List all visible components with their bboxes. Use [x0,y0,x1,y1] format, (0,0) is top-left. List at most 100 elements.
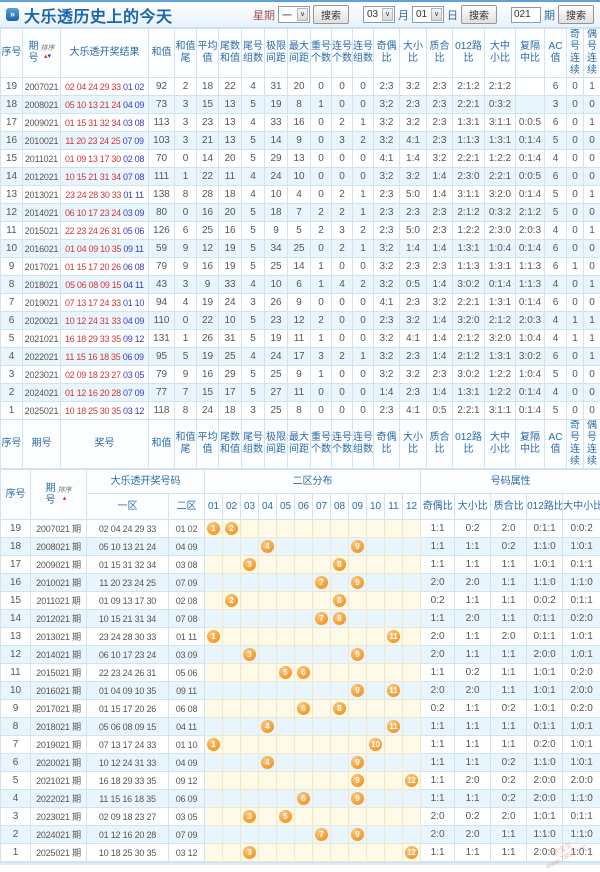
t2-zone2dist-header: 二区分布 [203,469,422,494]
table-group-header-row: 序号期 号排序 ▴ 大乐透开奖号码 二区分布 号码属性 [0,469,600,520]
stat-cell: 3:2 [399,77,427,96]
stat-cell: 1 [583,329,600,348]
stat-cell: 14 [264,131,288,150]
stat-cell: 6 [544,347,567,366]
week-select-value: 一 [282,11,292,22]
stat-cell: 0 [310,113,332,132]
stat-cell: 12 [287,311,311,330]
stat-cell: 113 [148,113,175,132]
stat-cell: 3:2 [373,365,400,384]
t1-column-header: 和值 [148,28,175,78]
week-search-button[interactable]: 搜索 [313,5,349,24]
back-zone-ball: 6 [297,702,310,715]
stat-cell: 1:0:4 [484,239,516,258]
stat-cell [515,95,545,114]
stat-cell: 5 [544,401,567,420]
front-zone-numbers: 01 12 16 20 28 [64,387,121,398]
stat-cell: 3:2:0 [452,311,485,330]
stat-cell: 3:2 [399,113,427,132]
stat-cell: 8 [174,185,197,204]
ball-grid-cell [240,627,259,646]
stat-cell: 8 [287,401,311,420]
stat-cell: 24 [218,293,242,312]
stat-cell: 2:2:1 [452,95,485,114]
t2-ball-column-header: 03 [240,493,259,520]
front-zone-numbers: 01 15 17 20 26 [64,261,121,272]
ball-grid-cell [204,555,223,574]
seq-cell: 10 [0,239,23,258]
issue-input[interactable] [511,6,541,23]
ball-grid-cell [240,735,259,754]
stat-cell: 18 [264,203,288,222]
ball-grid-cell [366,609,385,628]
seq-cell: 2 [0,825,31,844]
issue-cell: 2024021 [22,383,61,402]
sort-control[interactable]: 排序 ▴▾ [41,45,55,61]
history-table-row: 15 2011021 01 09 13 17 30 02 08 70 0 14 20 5 29 1… [0,149,600,168]
ball-grid-cell [401,663,422,682]
zone1-numbers-cell: 01 09 13 17 30 [86,591,169,610]
ball-grid-cell [312,789,331,808]
sort-label: 排序 [57,486,72,494]
sort-label: 排序 [40,45,55,52]
ball-grid-cell [276,537,295,556]
ball-grid-cell [294,609,313,628]
ball-grid-cell [366,807,385,826]
attr-cell: 2:0 [454,609,492,628]
zone2-numbers-cell: 02 08 [168,591,205,610]
stat-cell: 0 [331,257,353,276]
ball-grid-cell [258,645,277,664]
stat-cell: 2:3:0 [452,167,485,186]
seq-cell: 6 [0,753,31,772]
t2-ball-column-header: 11 [384,493,403,520]
zone2-table-row: 14 2012021 期 10 15 21 31 34 07 08 7 8 1:1 2:0 1:… [0,609,600,628]
ball-grid-cell [366,573,385,592]
attr-cell: 2:0 [454,825,492,844]
stat-cell: 118 [148,401,175,420]
issue-search-button[interactable]: 搜索 [558,5,594,24]
ball-grid-cell [384,591,403,610]
stat-cell: 126 [148,221,175,240]
week-select[interactable]: 一 ∨ [278,6,310,23]
stat-cell: 110 [148,311,175,330]
back-zone-numbers: 09 11 [123,243,144,254]
ball-grid-cell [204,825,223,844]
ball-grid-cell: 2 [222,591,241,610]
attr-cell: 1:1 [420,789,456,808]
seq-cell: 8 [0,275,23,294]
ball-grid-cell [204,717,223,736]
seq-cell: 1 [0,401,23,420]
stat-cell: 1 [352,347,374,366]
title-arrow-icon: » [6,8,19,21]
month-select[interactable]: 03 ∨ [363,6,395,23]
history-stats-table: 序号期 号排序 ▴▾ 大乐透开奖结果 和值 和值 尾平均 值尾数 和值 尾号 组数 极限 间… [0,28,600,469]
stat-cell: 0 [566,77,584,96]
day-select[interactable]: 01 ∨ [412,6,444,23]
stat-cell: 5 [241,221,265,240]
date-search-button[interactable]: 搜索 [461,5,497,24]
stat-cell: 11 [287,329,311,348]
t2-ball-column-header: 01 [204,493,223,520]
zone1-numbers-cell: 11 20 23 24 25 [86,573,169,592]
ball-grid-cell: 6 [294,789,313,808]
stat-cell: 0 [566,293,584,312]
stat-cell: 3 [544,95,567,114]
ball-grid-cell [312,771,331,790]
back-zone-numbers: 03 05 [123,369,145,380]
stat-cell: 1:1:3 [452,131,485,150]
attr-cell: 1:1 [490,681,528,700]
attr-cell: 1:1 [420,537,456,556]
seq-cell: 4 [0,347,23,366]
stat-cell: 0:0:5 [515,167,545,186]
ball-grid-cell [204,789,223,808]
sort-control[interactable]: 排序 ▴ [58,487,72,503]
stat-cell: 2:3 [399,293,427,312]
stat-cell: 0 [583,293,600,312]
seq-cell: 5 [0,771,31,790]
chevron-down-icon: ∨ [431,8,442,21]
ball-grid-cell [276,609,295,628]
stat-cell: 2 [174,77,197,96]
ball-grid-cell [276,753,295,772]
zone2-numbers-cell: 03 05 [168,807,205,826]
t1-footer-column-header: AC值 [544,419,567,469]
